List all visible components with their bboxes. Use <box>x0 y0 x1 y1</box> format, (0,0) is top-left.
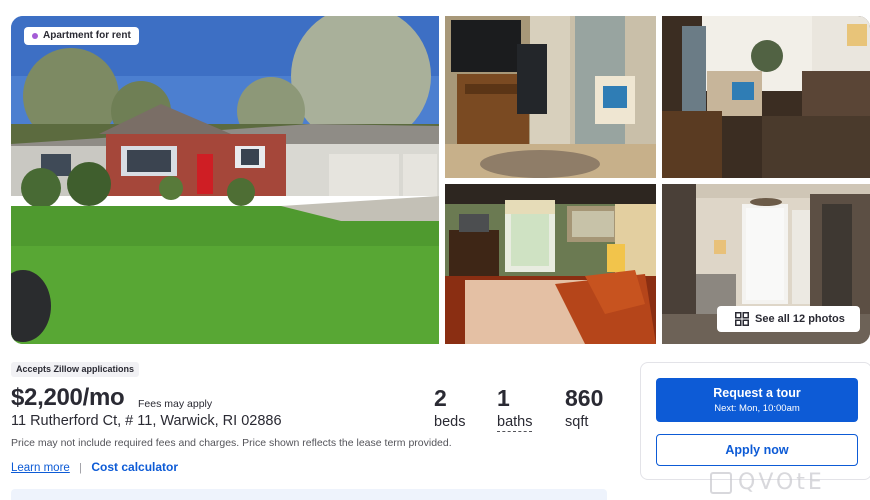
watermark-text: QVOtE <box>738 470 825 495</box>
cost-calculator-link[interactable]: Cost calculator <box>91 460 178 474</box>
link-separator: | <box>79 462 83 474</box>
beds-label: beds <box>434 414 466 430</box>
learn-more-link[interactable]: Learn more <box>11 462 70 474</box>
accepts-applications-badge: Accepts Zillow applications <box>11 362 140 377</box>
beds-count: 2 <box>434 385 447 411</box>
photo-gallery: Apartment for rent See all 12 photos <box>0 0 870 345</box>
listing-type-badge: Apartment for rent <box>24 27 139 45</box>
apply-now-button[interactable]: Apply now <box>656 434 858 466</box>
fact-sqft: 860 sqft <box>565 385 603 430</box>
contact-card: Request a tour Next: Mon, 10:00am Apply … <box>640 362 870 480</box>
listing-type-label: Apartment for rent <box>43 30 131 41</box>
sqft-count: 860 <box>565 385 604 411</box>
watermark-logo-icon <box>710 472 732 494</box>
photo-grid-icon <box>735 312 749 326</box>
listing-price: $2,200/mo <box>11 384 125 411</box>
baths-label[interactable]: baths <box>497 414 533 432</box>
fact-beds: 2 beds <box>434 385 465 430</box>
photo-bedroom[interactable] <box>445 184 656 344</box>
listing-address: 11 Rutherford Ct, # 11, Warwick, RI 0288… <box>11 413 282 429</box>
request-tour-button[interactable]: Request a tour Next: Mon, 10:00am <box>656 378 858 422</box>
fees-note: Fees may apply <box>138 398 213 410</box>
main-photo-house-exterior[interactable] <box>11 16 439 344</box>
photo-sitting-room[interactable] <box>662 16 870 178</box>
price-disclaimer: Price may not include required fees and … <box>11 437 452 449</box>
request-tour-label: Request a tour <box>713 386 801 400</box>
price-links: Learn more | Cost calculator <box>11 460 178 474</box>
next-section-strip <box>11 489 607 500</box>
next-tour-time: Next: Mon, 10:00am <box>714 403 800 414</box>
photo-living-room-tv[interactable] <box>445 16 656 178</box>
see-all-photos-label: See all 12 photos <box>755 313 845 325</box>
watermark: QVOtE <box>708 466 870 500</box>
status-dot-icon <box>32 33 38 39</box>
fact-baths[interactable]: 1 baths <box>497 385 533 432</box>
baths-count: 1 <box>497 385 510 411</box>
see-all-photos-button[interactable]: See all 12 photos <box>717 306 860 332</box>
sqft-label: sqft <box>565 414 589 430</box>
